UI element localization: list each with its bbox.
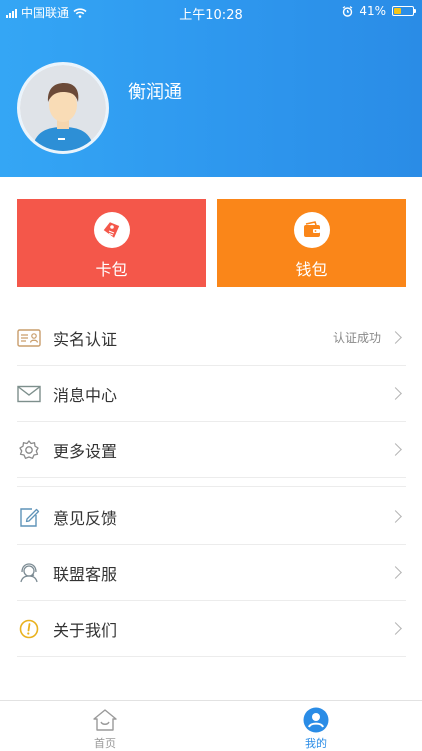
chevron-right-icon xyxy=(389,566,402,579)
tab-home[interactable]: 首页 xyxy=(65,707,145,751)
gear-icon xyxy=(19,439,39,459)
tab-home-label: 首页 xyxy=(94,737,116,750)
menu-label: 实名认证 xyxy=(53,329,118,349)
tag-icon xyxy=(103,222,119,238)
envelope-icon xyxy=(17,385,41,402)
status-bar: 中国联通 上午10:28 41% xyxy=(0,0,422,23)
edit-icon xyxy=(20,507,40,527)
menu-item-feedback[interactable]: 意见反馈 xyxy=(17,489,406,545)
chevron-right-icon xyxy=(389,387,402,400)
chevron-right-icon xyxy=(389,443,402,456)
card-tile-label: 卡包 xyxy=(95,260,128,279)
menu-item-customer-service[interactable]: 联盟客服 xyxy=(17,545,406,601)
menu-item-more-settings[interactable]: 更多设置 xyxy=(17,422,406,478)
headset-icon xyxy=(20,562,38,582)
tab-mine-label: 我的 xyxy=(305,737,327,750)
auth-status: 认证成功 xyxy=(332,331,381,345)
info-icon xyxy=(19,619,39,638)
id-card-icon xyxy=(17,328,41,347)
menu-label: 消息中心 xyxy=(53,385,118,405)
menu-item-real-name-auth[interactable]: 实名认证 认证成功 xyxy=(17,310,406,366)
user-avatar-icon xyxy=(20,65,106,151)
wallet-tile-label: 钱包 xyxy=(295,260,328,279)
profile-header: 中国联通 上午10:28 41% 衡润通 xyxy=(0,0,422,177)
chevron-right-icon xyxy=(389,510,402,523)
menu-label: 联盟客服 xyxy=(53,564,118,584)
avatar[interactable] xyxy=(17,62,109,154)
bottom-tab-bar: 首页 我的 xyxy=(0,700,422,750)
menu-label: 更多设置 xyxy=(53,441,118,461)
chevron-right-icon xyxy=(389,622,402,635)
menu-label: 关于我们 xyxy=(53,620,118,640)
battery-percent: 41% xyxy=(359,4,386,18)
alarm-icon xyxy=(342,5,353,17)
wallet-tile[interactable]: 钱包 xyxy=(217,199,406,287)
menu-item-message-center[interactable]: 消息中心 xyxy=(17,366,406,422)
user-circle-icon xyxy=(303,707,329,733)
wallet-icon xyxy=(303,221,320,237)
menu-item-about-us[interactable]: 关于我们 xyxy=(17,601,406,657)
card-wallet-tile[interactable]: 卡包 xyxy=(17,199,206,287)
battery-icon xyxy=(392,6,416,16)
section-divider xyxy=(17,486,406,487)
battery-fill xyxy=(394,8,401,14)
home-smile-icon xyxy=(93,709,117,731)
username[interactable]: 衡润通 xyxy=(128,78,182,104)
menu-label: 意见反馈 xyxy=(53,508,118,528)
chevron-right-icon xyxy=(389,331,402,344)
tab-mine[interactable]: 我的 xyxy=(276,707,356,751)
